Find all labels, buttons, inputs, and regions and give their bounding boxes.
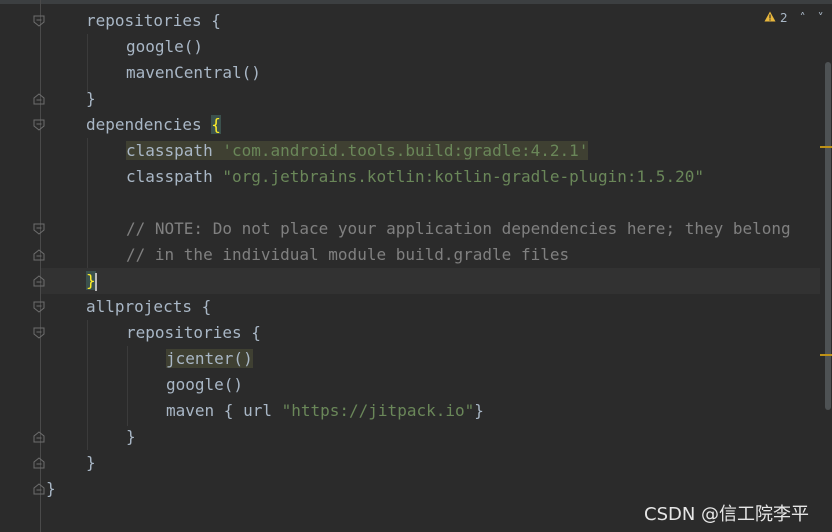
fold-end-icon[interactable] — [33, 483, 45, 495]
code-line[interactable]: repositories { — [86, 8, 221, 34]
warning-stripe-marker[interactable] — [820, 354, 832, 356]
code-line[interactable]: google() — [166, 372, 243, 398]
code-line[interactable]: } — [126, 424, 136, 450]
next-highlight-button[interactable]: ˅ — [818, 11, 824, 25]
code-text: } — [126, 427, 136, 446]
watermark-text: CSDN @信工院李平 — [644, 504, 810, 525]
code-line[interactable]: // in the individual module build.gradle… — [126, 242, 569, 268]
code-text: } — [46, 479, 56, 498]
code-keyword: classpath — [126, 141, 213, 160]
code-text: repositories { — [86, 11, 221, 30]
matched-brace: { — [211, 115, 221, 134]
vertical-scrollbar-thumb[interactable] — [825, 62, 831, 410]
code-line[interactable]: classpath "org.jetbrains.kotlin:kotlin-g… — [126, 164, 704, 190]
fold-collapse-icon[interactable] — [33, 223, 45, 235]
indent-guide — [87, 138, 88, 268]
gutter-divider — [40, 0, 41, 532]
code-text: } — [86, 89, 96, 108]
code-line[interactable]: jcenter() — [166, 346, 253, 372]
fold-end-icon[interactable] — [33, 93, 45, 105]
code-line[interactable]: dependencies { — [86, 112, 221, 138]
inspection-widget[interactable]: 2 ˄ ˅ — [764, 9, 824, 27]
fold-end-icon[interactable] — [33, 431, 45, 443]
code-line[interactable]: classpath 'com.android.tools.build:gradl… — [126, 138, 589, 164]
code-editor[interactable]: repositories { google() mavenCentral() }… — [0, 0, 832, 532]
fold-collapse-icon[interactable] — [33, 119, 45, 131]
warning-triangle-icon — [764, 11, 776, 25]
code-line[interactable]: } — [86, 450, 96, 476]
code-line[interactable]: } — [86, 268, 97, 294]
code-line[interactable]: // NOTE: Do not place your application d… — [126, 216, 791, 242]
code-text: jcenter() — [166, 349, 253, 368]
code-line[interactable]: mavenCentral() — [126, 60, 261, 86]
code-text: classpath 'com.android.tools.build:gradl… — [126, 141, 589, 160]
code-text: repositories { — [126, 323, 261, 342]
code-text: maven { url — [166, 401, 282, 420]
code-text: google() — [166, 375, 244, 394]
code-text: dependencies — [86, 115, 212, 134]
code-text: } — [86, 453, 96, 472]
fold-end-icon[interactable] — [33, 249, 45, 261]
code-string: 'com.android.tools.build:gradle:4.2.1' — [222, 141, 589, 160]
warning-stripe-marker[interactable] — [820, 146, 832, 148]
code-text: allprojects { — [86, 297, 212, 316]
code-line[interactable]: maven { url "https://jitpack.io"} — [166, 398, 484, 424]
code-text: mavenCentral() — [126, 63, 261, 82]
current-line-highlight — [41, 268, 820, 294]
indent-guide — [87, 34, 88, 94]
code-comment: // NOTE: Do not place your application d… — [126, 219, 791, 238]
warning-count: 2 — [780, 11, 788, 25]
fold-end-icon[interactable] — [33, 457, 45, 469]
code-string: "https://jitpack.io" — [281, 401, 475, 420]
code-comment: // in the individual module build.gradle… — [126, 245, 570, 264]
code-line[interactable]: google() — [126, 34, 203, 60]
code-text: classpath — [126, 167, 223, 186]
fold-collapse-icon[interactable] — [33, 15, 45, 27]
code-text: google() — [126, 37, 204, 56]
editor-top-border — [0, 0, 832, 4]
previous-highlight-button[interactable]: ˄ — [800, 11, 806, 25]
fold-end-icon[interactable] — [33, 275, 45, 287]
fold-collapse-icon[interactable] — [33, 301, 45, 313]
code-text: } — [474, 401, 484, 420]
code-line[interactable]: } — [46, 476, 56, 502]
code-line[interactable]: } — [86, 86, 96, 112]
code-line[interactable]: allprojects { — [86, 294, 211, 320]
code-line[interactable]: repositories { — [126, 320, 261, 346]
fold-collapse-icon[interactable] — [33, 327, 45, 339]
text-caret — [94, 272, 97, 291]
code-string: "org.jetbrains.kotlin:kotlin-gradle-plug… — [222, 167, 704, 186]
indent-guide — [127, 346, 128, 426]
indent-guide — [87, 320, 88, 450]
